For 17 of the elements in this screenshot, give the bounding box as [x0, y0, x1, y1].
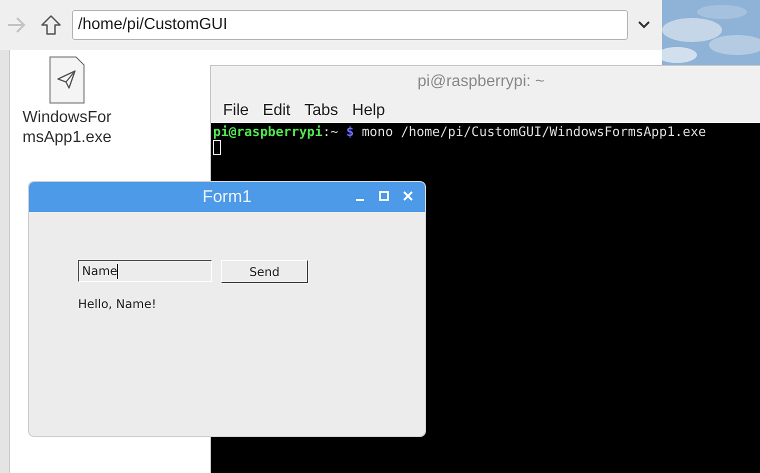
menu-item[interactable]: Edit [256, 102, 296, 120]
send-button[interactable]: Send [221, 260, 308, 283]
terminal-command-line: pi@raspberrypi:~ $ mono /home/pi/CustomGUI/WindowsFormsApp1.exe [212, 124, 708, 140]
name-input[interactable]: Name [78, 260, 212, 282]
menu-item[interactable]: File [217, 102, 255, 120]
close-icon[interactable] [401, 189, 415, 203]
chevron-down-icon[interactable] [636, 19, 652, 31]
maximize-icon[interactable] [377, 189, 391, 203]
menu-item[interactable]: Tabs [298, 102, 344, 120]
window-title: Form1 [202, 187, 252, 207]
terminal-cursor [213, 140, 221, 155]
document-icon[interactable] [49, 56, 85, 104]
menu-item[interactable]: Help [346, 102, 392, 120]
window-title: pi@raspberrypi: ~ [418, 73, 544, 91]
greeting-label: Hello, Name! [78, 297, 158, 311]
address-field[interactable]: /home/pi/CustomGUI [72, 10, 628, 40]
file-name[interactable]: WindowsFor msApp1.exe [22, 108, 112, 148]
